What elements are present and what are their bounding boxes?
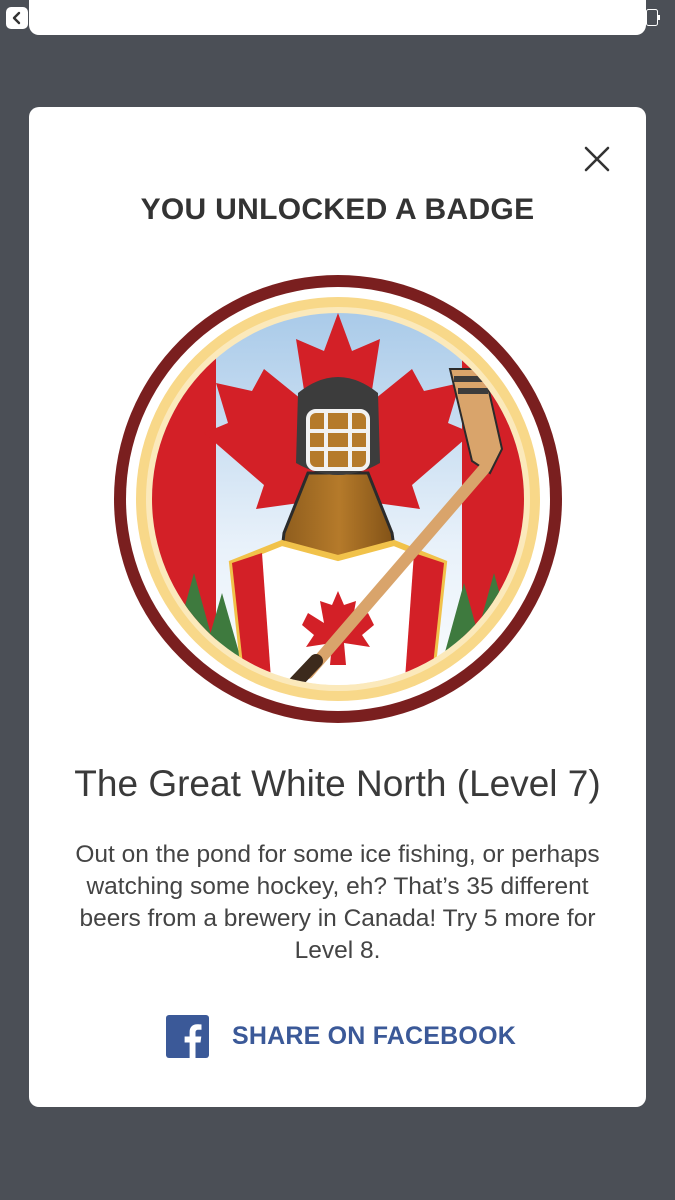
modal-title: YOU UNLOCKED A BADGE	[140, 193, 535, 226]
badge-unlocked-modal: YOU UNLOCKED A BADGE The Great White Nor…	[29, 107, 646, 1107]
close-icon[interactable]	[582, 144, 612, 174]
badge-description: Out on the pond for some ice fishing, or…	[75, 841, 600, 964]
facebook-icon	[166, 1014, 209, 1058]
back-button[interactable]	[6, 7, 28, 29]
badge-name: The Great White North (Level 7)	[74, 763, 601, 804]
badge-image	[114, 275, 562, 723]
background-app-header	[29, 0, 646, 35]
share-label: SHARE ON FACEBOOK	[232, 1021, 516, 1050]
share-on-facebook-button[interactable]: SHARE ON FACEBOOK	[166, 1014, 516, 1058]
chevron-left-icon	[12, 11, 21, 25]
battery-icon	[646, 9, 660, 26]
